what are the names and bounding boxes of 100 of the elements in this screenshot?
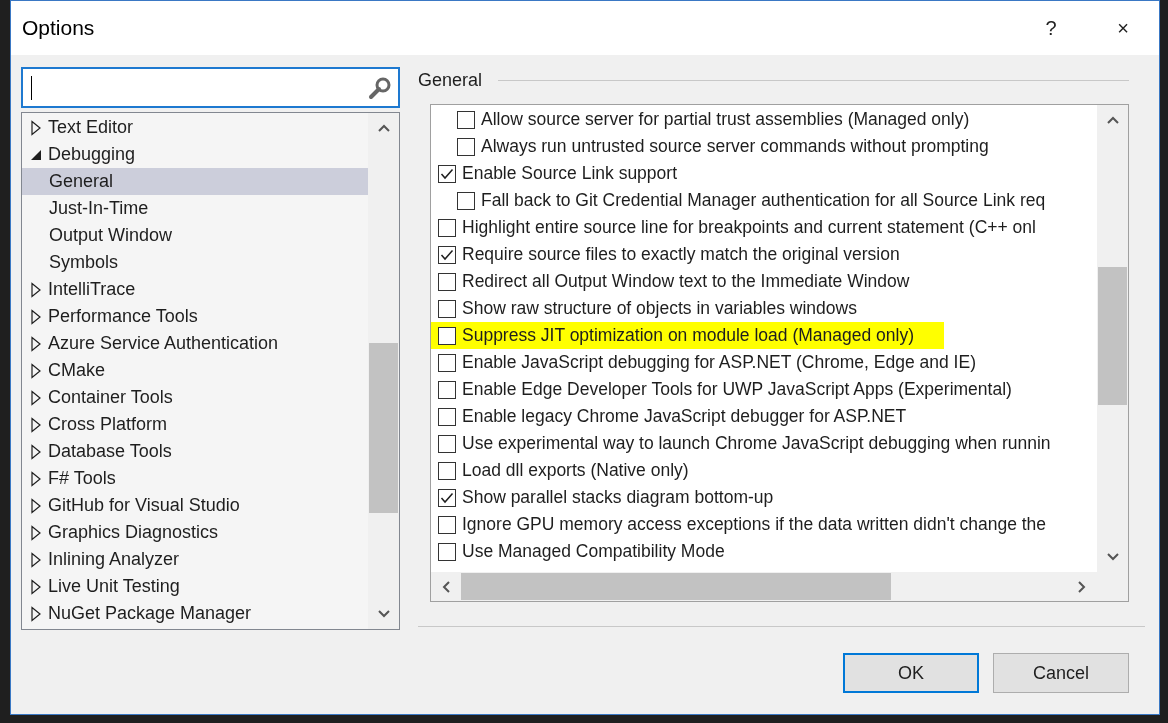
option-label: Use experimental way to launch Chrome JavaScript debugging when runnin	[462, 433, 1051, 454]
tree-item[interactable]: Azure Service Authentication	[22, 330, 368, 357]
scroll-right-icon[interactable]	[1077, 579, 1087, 594]
checkbox[interactable]	[438, 434, 456, 453]
checkbox-option[interactable]: Require source files to exactly match the original version	[431, 241, 930, 268]
option-label: Ignore GPU memory access exceptions if the data written didn't change the	[462, 514, 1047, 535]
collapsed-triangle-icon[interactable]	[30, 308, 42, 325]
option-label: Require source files to exactly match the original version	[462, 244, 900, 265]
checkbox-option[interactable]: Enable legacy Chrome JavaScript debugger for ASP.NET	[431, 403, 937, 430]
checkbox-option[interactable]: Highlight entire source line for breakpoints and current statement (C++ onl	[431, 214, 1066, 241]
collapsed-triangle-icon[interactable]	[30, 416, 42, 433]
option-label: Fall back to Git Credential Manager authentication for all Source Link req	[481, 190, 1046, 211]
scroll-down-icon[interactable]	[1105, 552, 1120, 562]
checkbox-option[interactable]: Redirect all Output Window text to the Immediate Window	[431, 268, 940, 295]
collapsed-triangle-icon[interactable]	[30, 497, 42, 514]
checkbox[interactable]	[457, 110, 475, 129]
search-field[interactable]	[21, 67, 400, 108]
checkbox-option[interactable]: Always run untrusted source server commands without prompting	[450, 133, 1019, 160]
option-label: Use Managed Compatibility Mode	[462, 541, 725, 562]
checkbox[interactable]	[438, 380, 456, 399]
tree-item[interactable]: Text Editor	[22, 114, 368, 141]
checkbox-option[interactable]: Show parallel stacks diagram bottom-up	[431, 484, 804, 511]
checkbox[interactable]	[438, 272, 456, 291]
option-label: Suppress JIT optimization on module load (Managed only)	[462, 325, 914, 346]
collapsed-triangle-icon[interactable]	[30, 281, 42, 298]
window-title: Options	[22, 16, 96, 40]
checkbox-option[interactable]: Use Managed Compatibility Mode	[431, 538, 755, 565]
scroll-up-icon[interactable]	[1105, 115, 1120, 125]
collapsed-triangle-icon[interactable]	[30, 119, 42, 136]
cancel-button[interactable]: Cancel	[993, 653, 1129, 693]
option-label: Show raw structure of objects in variables windows	[462, 298, 857, 319]
tree-item[interactable]: Live Unit Testing	[22, 573, 368, 600]
collapsed-triangle-icon[interactable]	[30, 578, 42, 595]
collapsed-triangle-icon[interactable]	[30, 605, 42, 622]
collapsed-triangle-icon[interactable]	[30, 362, 42, 379]
tree-item[interactable]: Inlining Analyzer	[22, 546, 368, 573]
checkbox-option[interactable]: Load dll exports (Native only)	[431, 457, 719, 484]
help-button[interactable]: ?	[1015, 8, 1087, 48]
checkbox-option[interactable]: Enable JavaScript debugging for ASP.NET (Chrome, Edge and IE)	[431, 349, 1006, 376]
option-label: Always run untrusted source server commands without prompting	[481, 136, 989, 157]
checkbox[interactable]	[438, 218, 456, 237]
tree-item[interactable]: Just-In-Time	[22, 195, 368, 222]
option-label: Enable Source Link support	[462, 163, 677, 184]
ok-button[interactable]: OK	[843, 653, 979, 693]
collapsed-triangle-icon[interactable]	[30, 551, 42, 568]
checkbox[interactable]	[438, 407, 456, 426]
option-label: Show parallel stacks diagram bottom-up	[462, 487, 774, 508]
checkbox-option[interactable]: Enable Edge Developer Tools for UWP JavaScript Apps (Experimental)	[431, 376, 1042, 403]
section-title: General	[418, 70, 483, 91]
checkbox[interactable]	[438, 299, 456, 318]
checkbox[interactable]	[438, 353, 456, 372]
checkbox[interactable]	[457, 137, 475, 156]
option-label: Highlight entire source line for breakpoints and current statement (C++ onl	[462, 217, 1036, 238]
collapsed-triangle-icon[interactable]	[30, 389, 42, 406]
option-label: Redirect all Output Window text to the Immediate Window	[462, 271, 910, 292]
tree-item[interactable]: NuGet Package Manager	[22, 600, 368, 627]
collapsed-triangle-icon[interactable]	[30, 524, 42, 541]
tree-item[interactable]: IntelliTrace	[22, 276, 368, 303]
option-label: Enable JavaScript debugging for ASP.NET (Chrome, Edge and IE)	[462, 352, 976, 373]
option-label: Enable Edge Developer Tools for UWP JavaScript Apps (Experimental)	[462, 379, 1012, 400]
checkbox-option[interactable]: Show raw structure of objects in variables windows	[431, 295, 887, 322]
checkbox[interactable]	[438, 164, 456, 183]
tree-item[interactable]: Symbols	[22, 249, 368, 276]
close-button[interactable]: ×	[1087, 8, 1159, 48]
checkbox[interactable]	[438, 326, 456, 345]
checkbox[interactable]	[438, 461, 456, 480]
checkbox-option[interactable]: Use experimental way to launch Chrome JavaScript debugging when runnin	[431, 430, 1081, 457]
scroll-up-icon[interactable]	[376, 123, 391, 133]
tree-item[interactable]: Debugging	[22, 141, 368, 168]
checkbox[interactable]	[438, 488, 456, 507]
collapsed-triangle-icon[interactable]	[30, 443, 42, 460]
tree-item[interactable]: F# Tools	[22, 465, 368, 492]
checkbox[interactable]	[438, 245, 456, 264]
scrollbar-thumb[interactable]	[1098, 267, 1127, 405]
tree-item[interactable]: General	[22, 168, 368, 195]
checkbox[interactable]	[438, 542, 456, 561]
checkbox-option[interactable]: Enable Source Link support	[431, 160, 707, 187]
tree-item[interactable]: Container Tools	[22, 384, 368, 411]
tree-item[interactable]: Database Tools	[22, 438, 368, 465]
tree-item[interactable]: Cross Platform	[22, 411, 368, 438]
checkbox-option[interactable]: Fall back to Git Credential Manager authentication for all Source Link req	[450, 187, 1076, 214]
checkbox-option[interactable]: Allow source server for partial trust assemblies (Managed only)	[450, 106, 1000, 133]
search-icon[interactable]	[368, 75, 392, 100]
tree-item[interactable]: Graphics Diagnostics	[22, 519, 368, 546]
collapsed-triangle-icon[interactable]	[30, 335, 42, 352]
collapsed-triangle-icon[interactable]	[30, 470, 42, 487]
tree-item[interactable]: CMake	[22, 357, 368, 384]
checkbox-option[interactable]: Suppress JIT optimization on module load (Managed only)	[431, 322, 944, 349]
option-label: Allow source server for partial trust assemblies (Managed only)	[481, 109, 970, 130]
scrollbar-thumb[interactable]	[461, 573, 891, 600]
scroll-down-icon[interactable]	[376, 609, 391, 619]
tree-item[interactable]: GitHub for Visual Studio	[22, 492, 368, 519]
tree-item[interactable]: Output Window	[22, 222, 368, 249]
checkbox-option[interactable]: Ignore GPU memory access exceptions if the data written didn't change the	[431, 511, 1077, 538]
checkbox[interactable]	[457, 191, 475, 210]
option-label: Enable legacy Chrome JavaScript debugger for ASP.NET	[462, 406, 907, 427]
scrollbar-thumb[interactable]	[369, 343, 398, 513]
scroll-left-icon[interactable]	[441, 579, 451, 594]
checkbox[interactable]	[438, 515, 456, 534]
tree-item[interactable]: Performance Tools	[22, 303, 368, 330]
